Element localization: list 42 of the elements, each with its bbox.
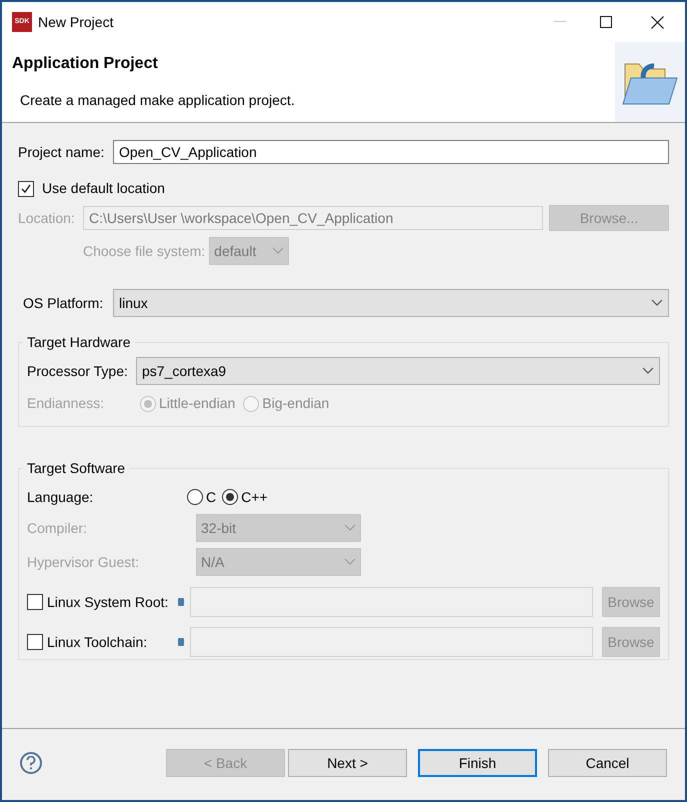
chevron-icon — [651, 299, 663, 307]
field-label: Compiler: — [27, 518, 88, 538]
chevron-icon — [344, 558, 356, 566]
project-name-field[interactable]: Open_CV_Application — [113, 140, 669, 164]
radio-label: Big-endian — [262, 394, 330, 413]
close-icon — [650, 16, 664, 28]
maximize-icon — [600, 16, 612, 28]
radio-button[interactable] — [222, 489, 238, 505]
field-label: Hypervisor Guest: — [27, 552, 140, 572]
field-label: Processor Type: — [27, 362, 129, 381]
window-title: New Project — [38, 12, 114, 32]
dialog-button[interactable]: Finish — [418, 749, 537, 777]
field-label: Choose file system: — [83, 242, 206, 261]
help-icon[interactable] — [20, 752, 42, 774]
group-title: Target Hardware — [23, 334, 134, 350]
checkbox-label: Linux Toolchain: — [47, 632, 148, 652]
field-label: OS Platform: — [22, 294, 104, 312]
checkbox-label: Linux System Root: — [47, 592, 170, 612]
checkbox-label: Use default location — [42, 179, 165, 198]
info-icon — [178, 638, 184, 646]
field-label: Language: — [27, 488, 94, 507]
info-icon — [178, 598, 184, 606]
chevron-icon — [344, 524, 356, 532]
radio-label: C — [206, 488, 216, 506]
radio-label: C++ — [241, 488, 268, 506]
radio-label: Little-endian — [159, 394, 236, 413]
field-label: Location: — [18, 208, 76, 228]
dialog-button[interactable]: Cancel — [548, 749, 667, 777]
minimize-icon — [554, 21, 566, 23]
checkbox[interactable] — [18, 180, 34, 196]
field-label: Project name: — [18, 142, 106, 162]
check-icon — [20, 182, 32, 194]
chevron-icon — [642, 367, 654, 375]
page-description: Create a managed make application project. — [20, 91, 296, 110]
page-title: Application Project — [12, 54, 159, 74]
dialog-button[interactable]: Next > — [288, 749, 407, 777]
processor-type-dropdown[interactable]: ps7_cortexa9 — [136, 357, 660, 385]
os-platform-dropdown[interactable]: linux — [113, 289, 669, 317]
field-label: Endianness: — [27, 394, 106, 413]
group-title: Target Software — [23, 460, 130, 476]
radio-button[interactable] — [187, 489, 203, 505]
chevron-icon — [272, 247, 284, 255]
